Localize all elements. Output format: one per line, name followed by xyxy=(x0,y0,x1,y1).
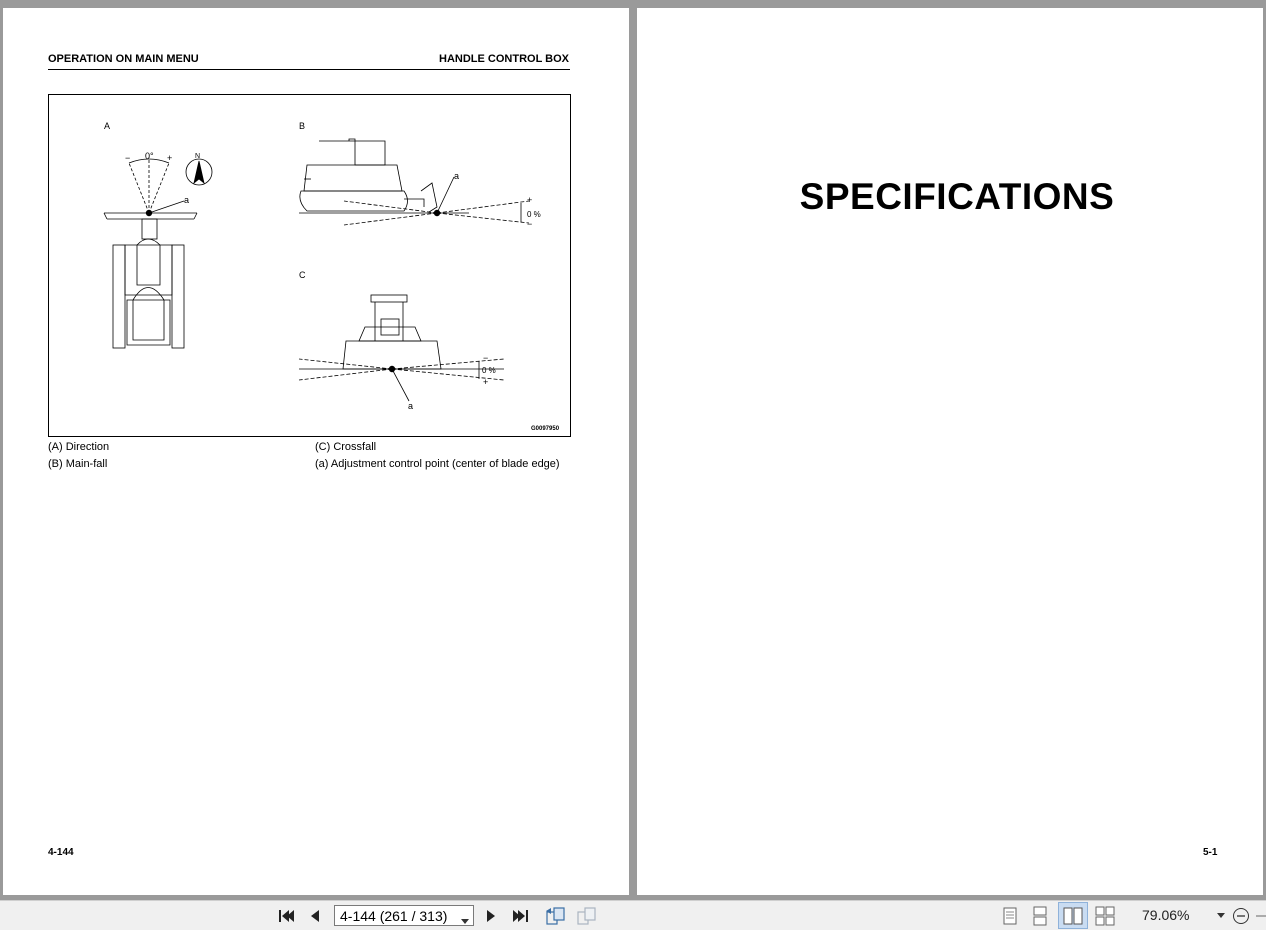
header-left: OPERATION ON MAIN MENU xyxy=(48,53,199,65)
first-page-icon[interactable] xyxy=(274,901,298,930)
go-forward-view-icon[interactable] xyxy=(574,901,600,930)
figure-label-a: A xyxy=(104,121,110,131)
last-page-icon[interactable] xyxy=(508,901,534,930)
caption-point: (a) Adjustment control point (center of … xyxy=(315,458,560,470)
page-number-left: 4-144 xyxy=(48,847,74,858)
continuous-two-page-view-icon[interactable] xyxy=(1092,901,1118,930)
angle-minus: − xyxy=(125,153,130,163)
point-label-a-side: a xyxy=(454,171,459,181)
crossfall-plus: + xyxy=(483,377,488,387)
angle-label: 0° xyxy=(145,151,154,161)
two-page-view-icon[interactable] xyxy=(1058,902,1088,929)
caption-b: (B) Main-fall xyxy=(48,458,108,470)
crossfall-percent: 0 % xyxy=(482,366,496,375)
single-page-view-icon[interactable] xyxy=(998,901,1022,930)
figure-label-c: C xyxy=(299,270,306,280)
mainfall-percent: 0 % xyxy=(527,210,541,219)
zoom-out-icon[interactable] xyxy=(1230,901,1252,930)
header-rule xyxy=(48,69,570,70)
page-number-right: 5-1 xyxy=(1203,847,1218,858)
blade-adjustment-figure: A B C 0° − + N a a + − 0 % − + 0 % a G00 xyxy=(48,94,571,437)
north-label: N xyxy=(195,153,200,160)
figure-drawing: A B C 0° − + N a a + − 0 % − + 0 % a G00 xyxy=(103,121,560,432)
page-5-1: SPECIFICATIONS 5-1 xyxy=(637,8,1263,895)
crossfall-minus: − xyxy=(483,353,488,363)
page-number-field[interactable]: 4-144 (261 / 313) xyxy=(334,905,474,926)
zoom-slider-track[interactable] xyxy=(1254,901,1266,930)
figure-label-b: B xyxy=(299,121,305,131)
continuous-view-icon[interactable] xyxy=(1028,901,1052,930)
page-title: SPECIFICATIONS xyxy=(799,176,1115,217)
page-number-value: 4-144 (261 / 313) xyxy=(340,907,448,924)
zoom-dropdown-icon[interactable] xyxy=(1214,901,1228,930)
angle-plus: + xyxy=(167,153,172,163)
page-4-144: OPERATION ON MAIN MENU HANDLE CONTROL BO… xyxy=(3,8,629,895)
go-back-view-icon[interactable] xyxy=(543,901,569,930)
point-label-a-top: a xyxy=(184,195,189,205)
point-label-a-front: a xyxy=(408,401,413,411)
caption-a: (A) Direction xyxy=(48,441,110,453)
page-dropdown-icon[interactable] xyxy=(461,912,469,928)
mainfall-minus: − xyxy=(527,219,532,229)
zoom-level[interactable]: 79.06% xyxy=(1142,907,1189,923)
next-page-icon[interactable] xyxy=(480,901,502,930)
navigation-toolbar xyxy=(0,900,1266,930)
header-right: HANDLE CONTROL BOX xyxy=(439,53,569,65)
figure-code: G0097950 xyxy=(531,426,560,432)
mainfall-plus: + xyxy=(527,195,532,205)
caption-c: (C) Crossfall xyxy=(315,441,377,453)
document-viewport[interactable]: OPERATION ON MAIN MENU HANDLE CONTROL BO… xyxy=(0,0,1266,900)
prev-page-icon[interactable] xyxy=(304,901,326,930)
